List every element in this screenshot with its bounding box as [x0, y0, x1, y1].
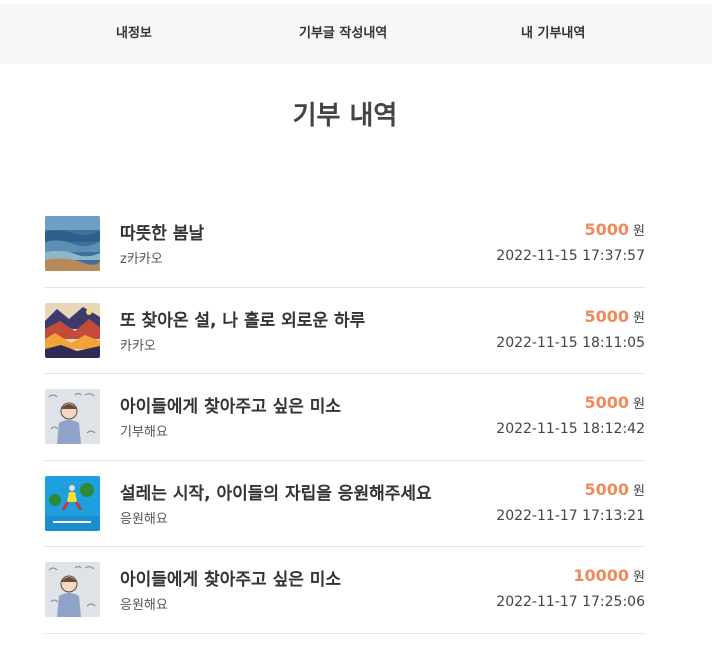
currency-unit: 원 — [633, 224, 645, 239]
amount-group: 5000 원 — [585, 393, 646, 412]
donation-amount: 5000 — [584, 306, 630, 326]
donation-date: 2022-11-15 18:12:42 — [496, 421, 645, 437]
donation-amount: 5000 — [584, 393, 630, 412]
donation-author: z카카오 — [120, 252, 163, 267]
donation-author: 카카오 — [120, 338, 156, 354]
tab-my-donations[interactable]: 내 기부내역 — [521, 22, 585, 41]
page-title: 기부 내역 — [292, 101, 398, 131]
donation-author: 응원해요 — [120, 598, 168, 613]
donation-date: 2022-11-15 18:11:05 — [496, 334, 645, 351]
donation-title: 또 찾아온 설, 나 홀로 외로운 하루 — [120, 310, 366, 331]
donation-row[interactable]: 또 찾아온 설, 나 홀로 외로운 하루 카카오 5000 원 2022-11-1… — [44, 288, 646, 374]
donation-title: 설레는 시작, 아이들의 자립을 응원해주세요 — [120, 483, 432, 504]
currency-unit: 원 — [633, 310, 645, 326]
donation-amount: 5000 — [584, 220, 630, 239]
donation-title: 아이들에게 찾아주고 싶은 미소 — [120, 570, 342, 590]
running-child-poster-thumbnail — [45, 475, 100, 531]
sea-painting-thumbnail — [45, 216, 100, 271]
donation-author: 응원해요 — [120, 511, 168, 527]
sad-child-illustration-thumbnail — [45, 389, 100, 444]
donation-author: 기부해요 — [120, 425, 168, 440]
donation-title: 아이들에게 찾아주고 싶은 미소 — [120, 397, 342, 417]
currency-unit: 원 — [633, 483, 645, 499]
donation-amount: 5000 — [584, 479, 630, 499]
sad-child-illustration-thumbnail — [45, 562, 100, 617]
donation-date: 2022-11-17 17:13:21 — [496, 507, 645, 524]
amount-group: 5000 원 — [585, 480, 646, 499]
donation-row[interactable]: 설레는 시작, 아이들의 자립을 응원해주세요 응원해요 5000 원 2022-… — [44, 461, 646, 547]
amount-group: 5000 원 — [585, 307, 646, 326]
amount-group: 10000 원 — [573, 566, 645, 585]
donation-row[interactable]: 아이들에게 찾아주고 싶은 미소 기부해요 5000 원 2022-11-15 1… — [44, 374, 645, 461]
donation-row[interactable]: 아이들에게 찾아주고 싶은 미소 응원해요 10000 원 2022-11-17 … — [44, 547, 645, 634]
mountain-art-thumbnail — [45, 302, 100, 358]
donation-date: 2022-11-15 17:37:57 — [496, 248, 645, 264]
donation-date: 2022-11-17 17:25:06 — [496, 594, 645, 610]
tab-my-info[interactable]: 내정보 — [116, 22, 152, 41]
top-nav: 내정보 기부글 작성내역 내 기부내역 — [0, 4, 712, 64]
donation-list: 따뜻한 봄날 z카카오 5000 원 2022-11-15 17:37:57 또 … — [44, 201, 645, 634]
currency-unit: 원 — [633, 570, 645, 585]
currency-unit: 원 — [633, 397, 645, 412]
donation-title: 따뜻한 봄날 — [120, 224, 205, 244]
amount-group: 5000 원 — [585, 220, 646, 239]
donation-row[interactable]: 따뜻한 봄날 z카카오 5000 원 2022-11-15 17:37:57 — [44, 201, 645, 288]
tab-donation-posts[interactable]: 기부글 작성내역 — [299, 22, 387, 41]
donation-amount: 10000 — [573, 566, 630, 585]
